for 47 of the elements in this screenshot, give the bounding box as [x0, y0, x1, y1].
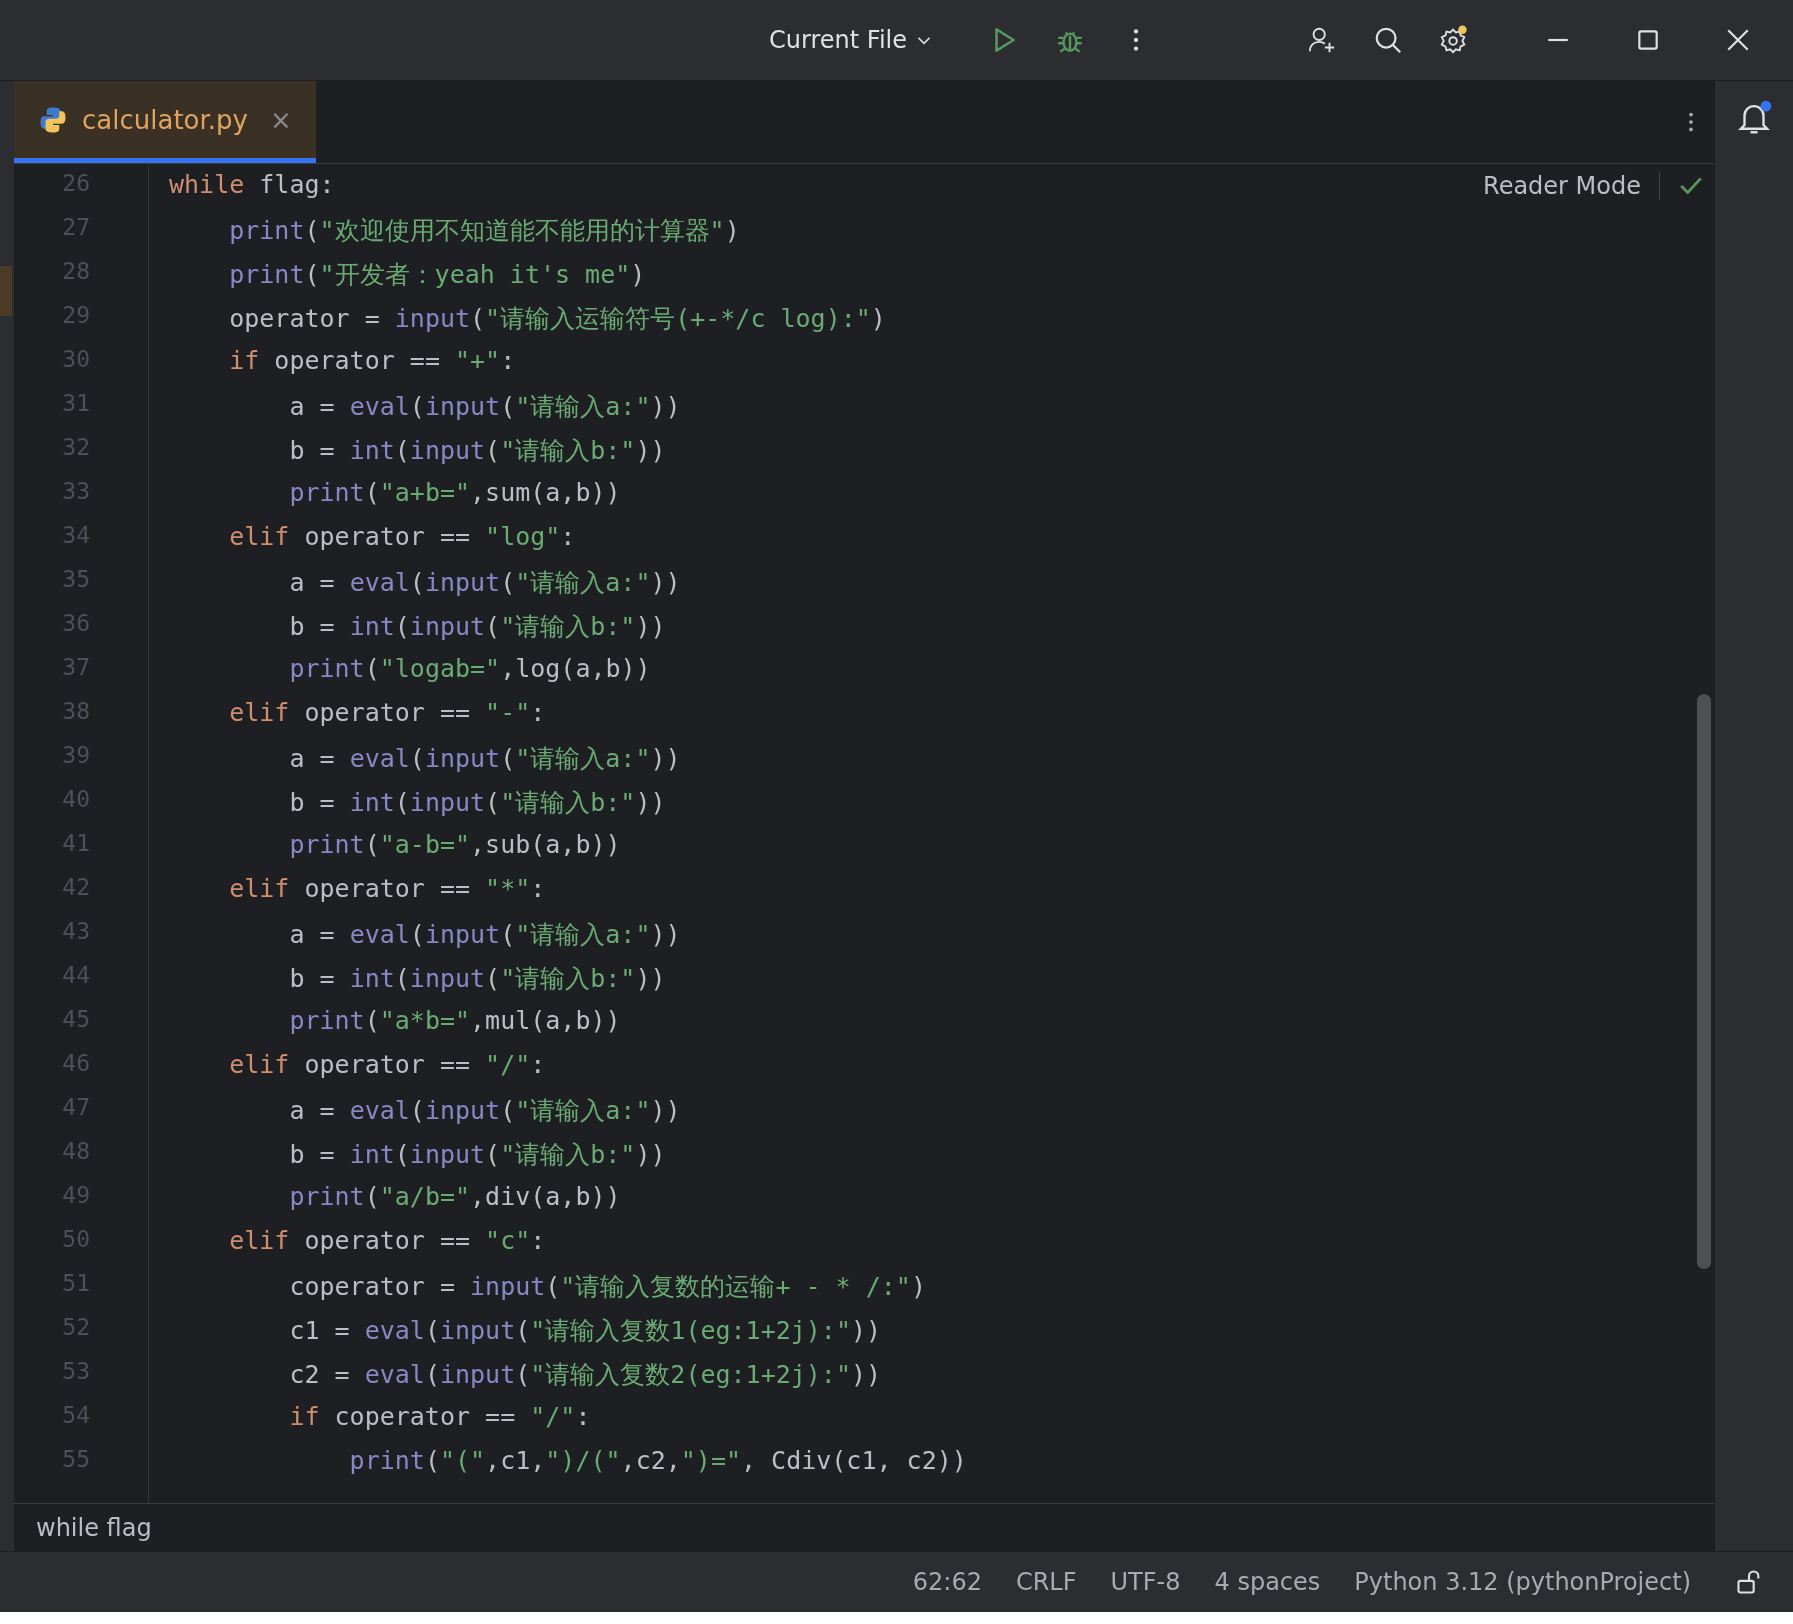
code-line: print("logab=",log(a,b)) [289, 654, 651, 685]
cursor-position[interactable]: 62:62 [912, 1568, 982, 1596]
file-tab[interactable]: calculator.py × [14, 81, 316, 163]
code-line: a = eval(input("请输入a:")) [289, 1095, 681, 1127]
breadcrumb[interactable]: while flag [36, 1513, 152, 1542]
code-line: coperator = input("请输入复数的运输+ - * /:") [289, 1271, 926, 1303]
code-line: if coperator == "/": [289, 1402, 591, 1433]
close-tab-button[interactable]: × [269, 104, 292, 135]
code-line: print("a-b=",sub(a,b)) [289, 830, 621, 861]
code-line: print("开发者：yeah it's me") [229, 259, 646, 291]
code-line: print("欢迎使用不知道能不能用的计算器") [229, 215, 740, 247]
close-icon[interactable] [1725, 27, 1751, 53]
run-configuration-dropdown[interactable]: Current File [759, 20, 943, 60]
scrollbar[interactable] [1697, 694, 1711, 1269]
code-line: elif operator == "log": [229, 522, 576, 553]
code-line: c2 = eval(input("请输入复数2(eg:1+2j):")) [289, 1359, 882, 1391]
code-line: print("a/b=",div(a,b)) [289, 1182, 621, 1213]
code-line: elif operator == "/": [229, 1050, 546, 1081]
code-line: b = int(input("请输入b:")) [289, 611, 666, 643]
code-line: b = int(input("请输入b:")) [289, 1139, 666, 1171]
code-line: b = int(input("请输入b:")) [289, 435, 666, 467]
file-encoding[interactable]: UTF-8 [1110, 1568, 1181, 1596]
maximize-icon[interactable] [1635, 27, 1661, 53]
code-line: a = eval(input("请输入a:")) [289, 919, 681, 951]
code-line: b = int(input("请输入b:")) [289, 963, 666, 995]
code-line: a = eval(input("请输入a:")) [289, 567, 681, 599]
add-user-icon[interactable] [1307, 25, 1337, 55]
search-icon[interactable] [1373, 25, 1403, 55]
indent-setting[interactable]: 4 spaces [1214, 1568, 1321, 1596]
line-separator[interactable]: CRLF [1015, 1568, 1077, 1596]
code-line: elif operator == "c": [229, 1226, 546, 1257]
code-line: print("(",c1,")/(",c2,")=", Cdiv(c1, c2)) [349, 1446, 967, 1477]
code-line: elif operator == "*": [229, 874, 546, 905]
code-line: if operator == "+": [229, 346, 516, 377]
change-marker [0, 266, 12, 316]
code-line: a = eval(input("请输入a:")) [289, 391, 681, 423]
code-line: print("a+b=",sum(a,b)) [289, 478, 621, 509]
code-line: a = eval(input("请输入a:")) [289, 743, 681, 775]
code-line: print("a*b=",mul(a,b)) [289, 1006, 621, 1037]
code-line: b = int(input("请输入b:")) [289, 787, 666, 819]
code-line: c1 = eval(input("请输入复数1(eg:1+2j):")) [289, 1315, 882, 1347]
code-line: elif operator == "-": [229, 698, 546, 729]
settings-icon[interactable] [1439, 25, 1469, 55]
python-interpreter[interactable]: Python 3.12 (pythonProject) [1354, 1568, 1691, 1596]
code-line: while flag: [169, 170, 335, 201]
reader-mode-button[interactable]: Reader Mode [1483, 172, 1660, 200]
code-line: operator = input("请输入运输符号(+-*/c log):") [229, 303, 886, 335]
